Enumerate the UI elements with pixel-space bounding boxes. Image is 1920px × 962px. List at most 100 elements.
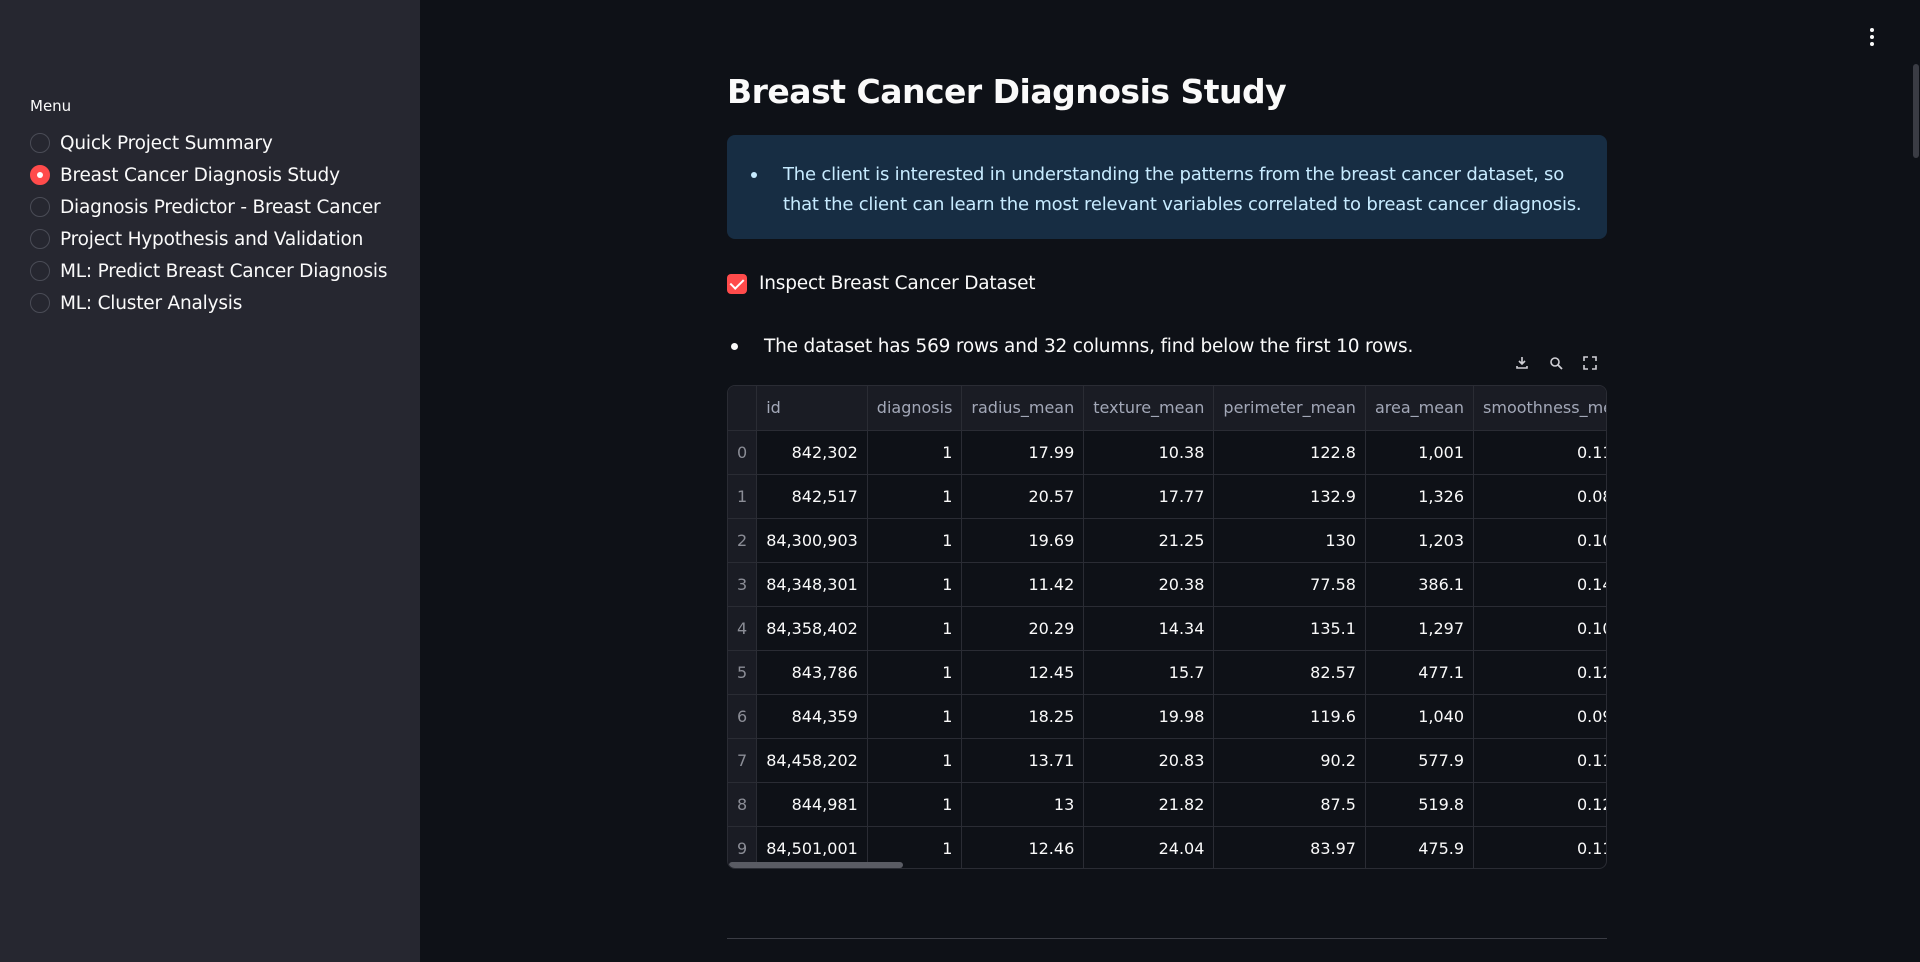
menu-item-diagnosis-predictor[interactable]: Diagnosis Predictor - Breast Cancer — [30, 191, 387, 223]
table-cell[interactable]: 386.1 — [1365, 562, 1475, 607]
table-cell[interactable]: 84,300,903 — [756, 518, 868, 563]
table-cell[interactable]: 0.1186 — [1473, 826, 1606, 868]
table-cell[interactable]: 10.38 — [1083, 430, 1215, 475]
table-cell[interactable]: 130 — [1213, 518, 1366, 563]
table-cell[interactable]: 1 — [867, 782, 963, 827]
column-header[interactable]: smoothness_mean — [1473, 386, 1606, 431]
table-cell[interactable]: 842,517 — [756, 474, 868, 519]
table-cell[interactable]: 77.58 — [1213, 562, 1366, 607]
row-index-cell[interactable]: 7 — [728, 738, 758, 783]
table-cell[interactable]: 1 — [867, 650, 963, 695]
menu-item-ml-predict[interactable]: ML: Predict Breast Cancer Diagnosis — [30, 255, 388, 287]
table-cell[interactable]: 82.57 — [1213, 650, 1366, 695]
column-header[interactable]: area_mean — [1365, 386, 1475, 431]
table-cell[interactable]: 0.1273 — [1473, 782, 1606, 827]
table-cell[interactable]: 0.1425 — [1473, 562, 1606, 607]
table-cell[interactable]: 0.1003 — [1473, 606, 1606, 651]
table-cell[interactable]: 477.1 — [1365, 650, 1475, 695]
table-cell[interactable]: 20.38 — [1083, 562, 1215, 607]
table-cell[interactable]: 14.34 — [1083, 606, 1215, 651]
table-cell[interactable]: 1,001 — [1365, 430, 1475, 475]
table-cell[interactable]: 0.0847 — [1473, 474, 1606, 519]
table-cell[interactable]: 577.9 — [1365, 738, 1475, 783]
table-cell[interactable]: 135.1 — [1213, 606, 1366, 651]
table-cell[interactable]: 1,040 — [1365, 694, 1475, 739]
table-cell[interactable]: 1 — [867, 430, 963, 475]
column-header[interactable]: id — [756, 386, 868, 431]
table-cell[interactable]: 18.25 — [961, 694, 1085, 739]
table-cell[interactable]: 24.04 — [1083, 826, 1215, 868]
table-cell[interactable]: 1,203 — [1365, 518, 1475, 563]
table-cell[interactable]: 119.6 — [1213, 694, 1366, 739]
table-cell[interactable]: 1 — [867, 738, 963, 783]
table-cell[interactable]: 84,458,202 — [756, 738, 868, 783]
row-index-cell[interactable]: 0 — [728, 430, 758, 475]
table-cell[interactable]: 11.42 — [961, 562, 1085, 607]
kebab-menu-icon[interactable] — [1862, 26, 1882, 48]
column-header[interactable]: perimeter_mean — [1213, 386, 1366, 431]
table-cell[interactable]: 1 — [867, 606, 963, 651]
table-cell[interactable]: 0.1189 — [1473, 738, 1606, 783]
table-cell[interactable]: 87.5 — [1213, 782, 1366, 827]
menu-item-ml-cluster-analysis[interactable]: ML: Cluster Analysis — [30, 287, 387, 319]
column-header[interactable]: radius_mean — [961, 386, 1085, 431]
table-cell[interactable]: 519.8 — [1365, 782, 1475, 827]
row-index-cell[interactable]: 4 — [728, 606, 758, 651]
data-table[interactable]: id diagnosis radius_mean texture_mean pe… — [727, 385, 1607, 869]
menu-item-quick-project-summary[interactable]: Quick Project Summary — [30, 127, 387, 159]
row-index-cell[interactable]: 5 — [728, 650, 758, 695]
table-cell[interactable]: 0.0946 — [1473, 694, 1606, 739]
row-index-cell[interactable]: 8 — [728, 782, 758, 827]
table-cell[interactable]: 13 — [961, 782, 1085, 827]
table-cell[interactable]: 15.7 — [1083, 650, 1215, 695]
radio-button[interactable] — [30, 197, 50, 217]
table-cell[interactable]: 122.8 — [1213, 430, 1366, 475]
table-cell[interactable]: 84,348,301 — [756, 562, 868, 607]
table-cell[interactable]: 1,326 — [1365, 474, 1475, 519]
menu-item-project-hypothesis[interactable]: Project Hypothesis and Validation — [30, 223, 387, 255]
table-cell[interactable]: 90.2 — [1213, 738, 1366, 783]
radio-button[interactable] — [30, 229, 50, 249]
table-cell[interactable]: 20.83 — [1083, 738, 1215, 783]
table-cell[interactable]: 12.45 — [961, 650, 1085, 695]
table-cell[interactable]: 21.82 — [1083, 782, 1215, 827]
table-cell[interactable]: 1 — [867, 518, 963, 563]
table-cell[interactable]: 12.46 — [961, 826, 1085, 868]
radio-button[interactable] — [30, 133, 50, 153]
row-index-cell[interactable]: 6 — [728, 694, 758, 739]
table-cell[interactable]: 20.29 — [961, 606, 1085, 651]
table-cell[interactable]: 0.1278 — [1473, 650, 1606, 695]
column-header[interactable]: diagnosis — [867, 386, 963, 431]
row-index-cell[interactable]: 1 — [728, 474, 758, 519]
column-header[interactable]: texture_mean — [1083, 386, 1215, 431]
table-horizontal-scrollbar[interactable] — [729, 862, 903, 868]
search-icon[interactable] — [1544, 351, 1568, 375]
page-scrollbar[interactable] — [1912, 0, 1920, 962]
table-cell[interactable]: 842,302 — [756, 430, 868, 475]
table-cell[interactable]: 1 — [867, 474, 963, 519]
table-cell[interactable]: 19.98 — [1083, 694, 1215, 739]
table-cell[interactable]: 17.99 — [961, 430, 1085, 475]
table-cell[interactable]: 21.25 — [1083, 518, 1215, 563]
table-cell[interactable]: 1 — [867, 694, 963, 739]
page-scrollbar-thumb[interactable] — [1913, 64, 1919, 158]
table-cell[interactable]: 0.1096 — [1473, 518, 1606, 563]
table-cell[interactable]: 844,981 — [756, 782, 868, 827]
inspect-dataset-checkbox[interactable]: Inspect Breast Cancer Dataset — [727, 273, 1036, 294]
table-cell[interactable]: 1 — [867, 562, 963, 607]
table-cell[interactable]: 843,786 — [756, 650, 868, 695]
radio-button-selected[interactable] — [30, 165, 50, 185]
menu-item-breast-cancer-diagnosis-study[interactable]: Breast Cancer Diagnosis Study — [30, 159, 387, 191]
table-cell[interactable]: 17.77 — [1083, 474, 1215, 519]
row-index-cell[interactable]: 3 — [728, 562, 758, 607]
table-cell[interactable]: 13.71 — [961, 738, 1085, 783]
table-cell[interactable]: 84,358,402 — [756, 606, 868, 651]
radio-button[interactable] — [30, 293, 50, 313]
table-cell[interactable]: 83.97 — [1213, 826, 1366, 868]
table-cell[interactable]: 475.9 — [1365, 826, 1475, 868]
table-cell[interactable]: 1,297 — [1365, 606, 1475, 651]
table-cell[interactable]: 20.57 — [961, 474, 1085, 519]
table-cell[interactable]: 19.69 — [961, 518, 1085, 563]
table-cell[interactable]: 132.9 — [1213, 474, 1366, 519]
row-index-cell[interactable]: 2 — [728, 518, 758, 563]
